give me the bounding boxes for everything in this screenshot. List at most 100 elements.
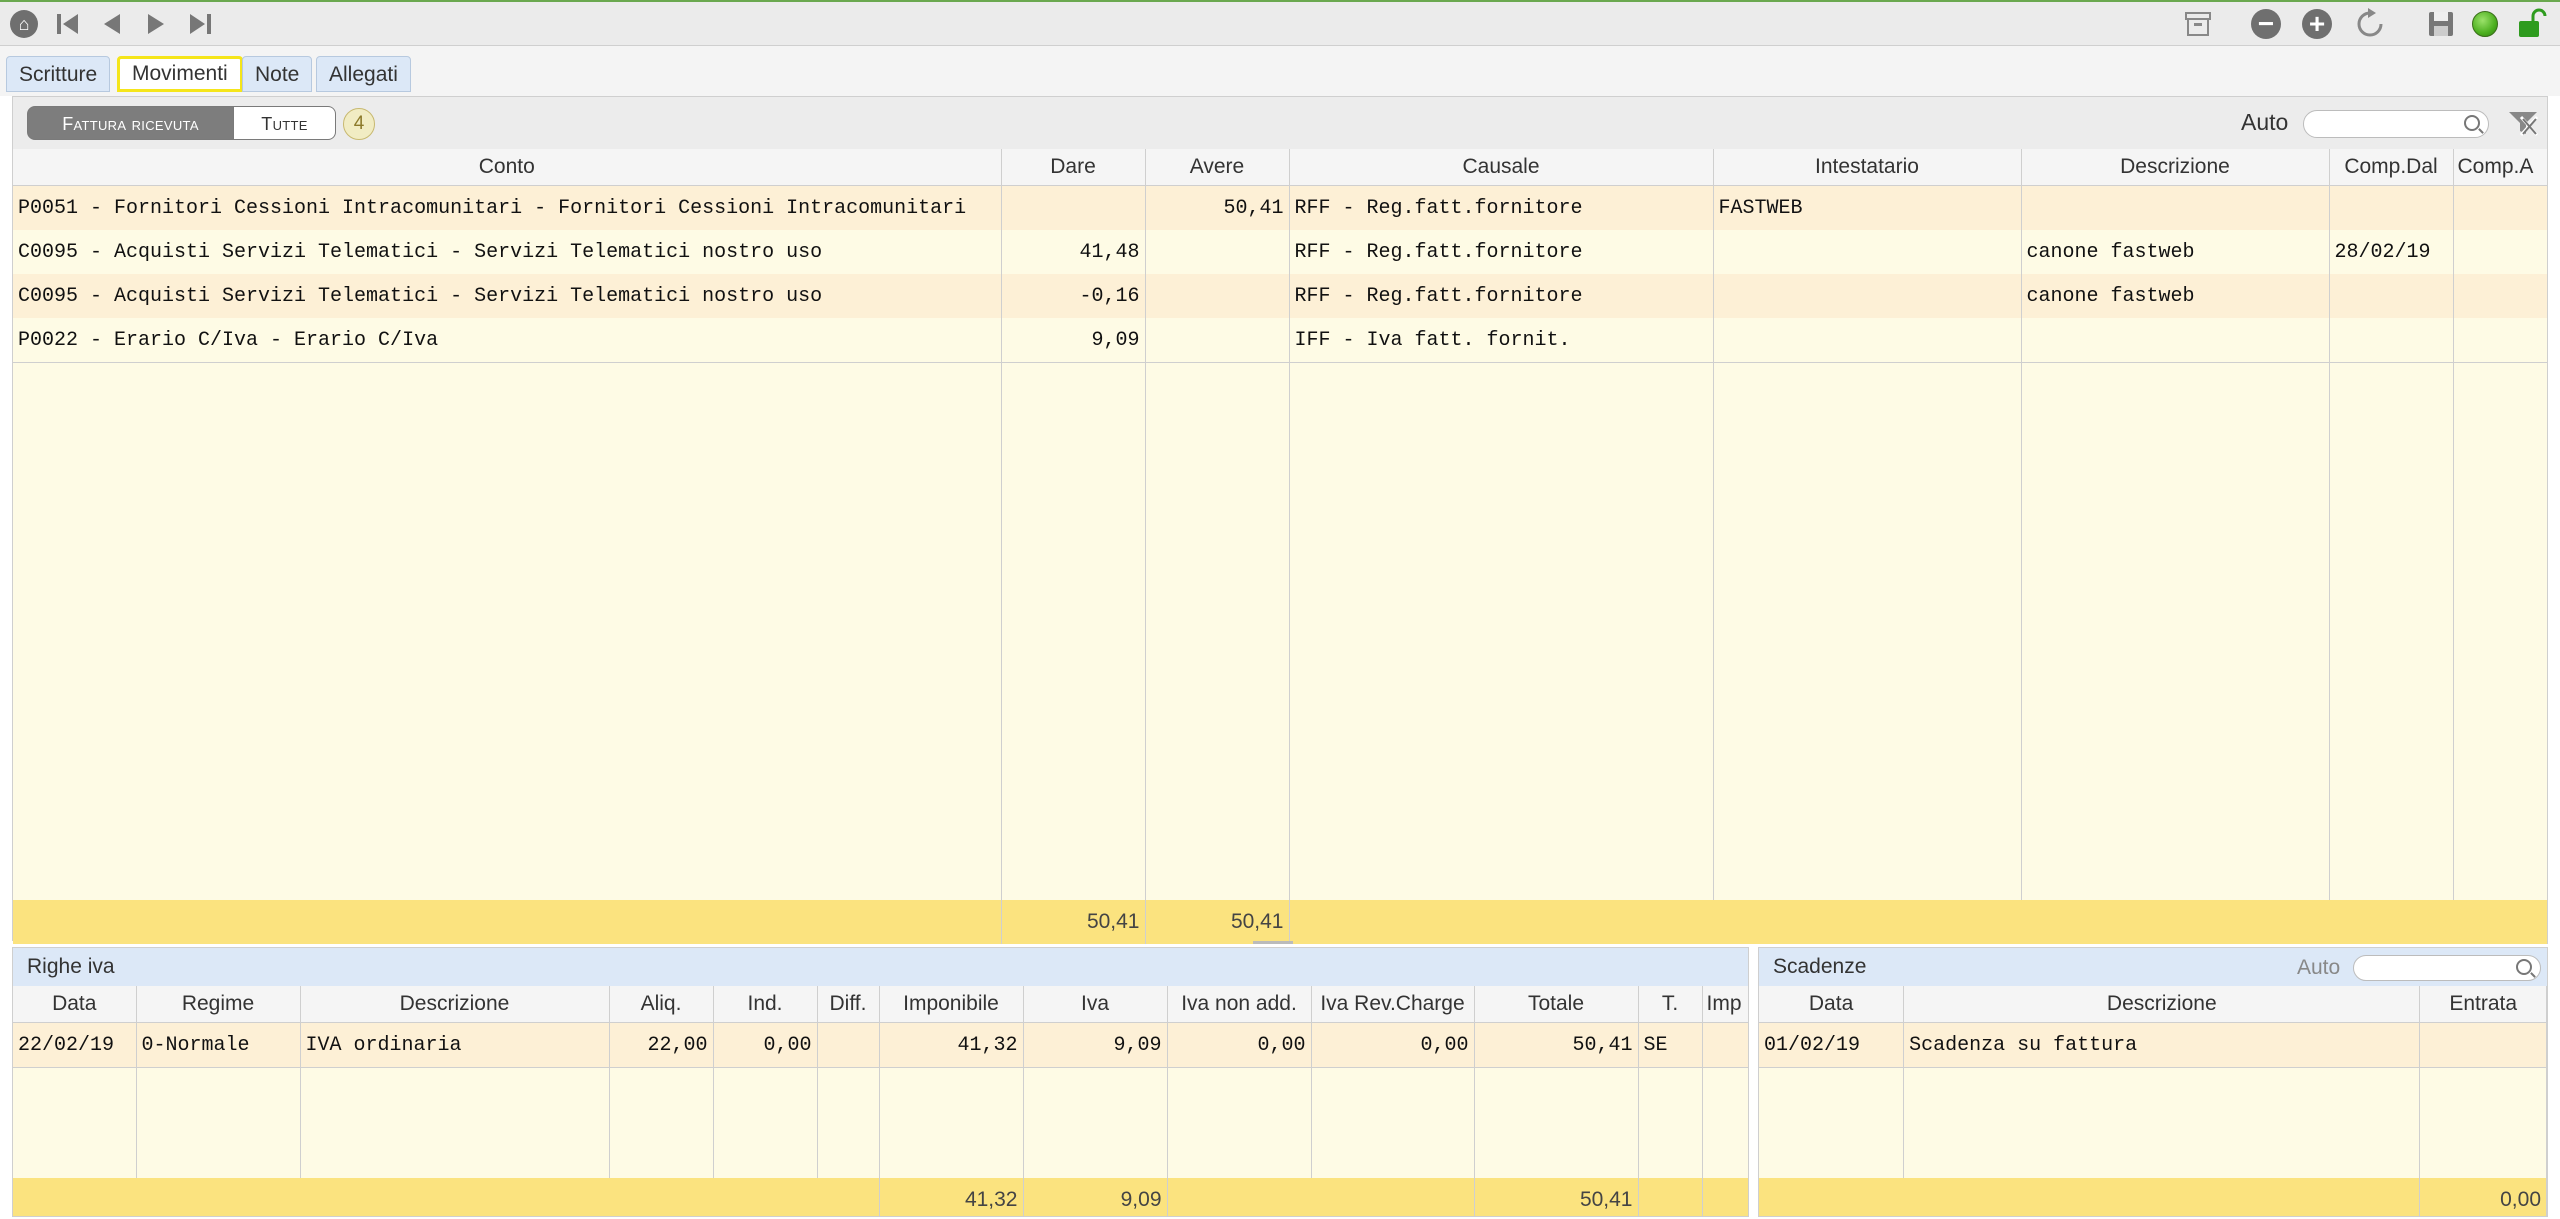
col-descrizione[interactable]: Descrizione xyxy=(1903,986,2421,1023)
first-record-icon[interactable] xyxy=(54,8,82,40)
total-totale: 50,41 xyxy=(1474,1178,1639,1216)
cell-comp-al xyxy=(2453,230,2548,274)
count-badge: 4 xyxy=(343,108,375,140)
cell-intestatario xyxy=(1713,274,2022,318)
col-comp-al[interactable]: Comp.A xyxy=(2453,149,2548,186)
last-record-icon[interactable] xyxy=(186,8,214,40)
cell-descrizione xyxy=(2021,185,2330,230)
cell-dare xyxy=(1001,185,1146,230)
col-imp[interactable]: Imp xyxy=(1702,986,1748,1023)
col-imponibile[interactable]: Imponibile xyxy=(879,986,1024,1023)
splitter-handle[interactable] xyxy=(1253,941,1293,944)
cell-iva-non-add: 0,00 xyxy=(1167,1022,1312,1068)
filter-tutte-button[interactable]: Tutte xyxy=(234,106,336,140)
table-header: Data Regime Descrizione Aliq. Ind. Diff.… xyxy=(13,986,1748,1023)
tab-movimenti[interactable]: Movimenti xyxy=(117,56,243,92)
cell-comp-dal xyxy=(2329,274,2454,318)
cell-descrizione: canone fastweb xyxy=(2021,230,2330,274)
col-descrizione[interactable]: Descrizione xyxy=(300,986,610,1023)
cell-diff xyxy=(817,1022,880,1068)
previous-record-icon[interactable] xyxy=(98,8,126,40)
cell-t: SE xyxy=(1638,1022,1703,1068)
col-data[interactable]: Data xyxy=(13,986,137,1023)
col-data[interactable]: Data xyxy=(1759,986,1905,1023)
col-dare[interactable]: Dare xyxy=(1001,149,1146,186)
table-row[interactable]: P0051 - Fornitori Cessioni Intracomunita… xyxy=(13,185,2548,230)
cell-causale: RFF - Reg.fatt.fornitore xyxy=(1289,274,1714,318)
col-iva-non-add[interactable]: Iva non add. xyxy=(1167,986,1312,1023)
cell-iva-rev-charge: 0,00 xyxy=(1311,1022,1475,1068)
scadenze-panel: Scadenze Auto Data Descrizione Entrata 0… xyxy=(1758,947,2548,1217)
cell-conto: P0022 - Erario C/Iva - Erario C/Iva xyxy=(13,318,1002,363)
add-icon[interactable]: + xyxy=(2302,8,2332,40)
totals-row: 41,32 9,09 50,41 xyxy=(13,1178,1748,1216)
cell-regime: 0-Normale xyxy=(136,1022,301,1068)
total-entrata: 0,00 xyxy=(2419,1178,2547,1216)
movimenti-panel: Fattura ricevuta Tutte 4 Auto Conto Dare… xyxy=(12,96,2548,944)
col-entrata[interactable]: Entrata xyxy=(2419,986,2547,1023)
col-causale[interactable]: Causale xyxy=(1289,149,1714,186)
cell-ind: 0,00 xyxy=(713,1022,818,1068)
cell-totale: 50,41 xyxy=(1474,1022,1639,1068)
unlock-icon[interactable] xyxy=(2516,8,2548,40)
home-icon[interactable]: ⌂ xyxy=(10,8,38,40)
col-ind[interactable]: Ind. xyxy=(713,986,818,1023)
total-avere: 50,41 xyxy=(1145,900,1290,944)
movimenti-search-input[interactable] xyxy=(2303,110,2489,138)
cell-intestatario xyxy=(1713,318,2022,363)
col-descrizione[interactable]: Descrizione xyxy=(2021,149,2330,186)
tab-scritture[interactable]: Scritture xyxy=(6,56,111,92)
col-avere[interactable]: Avere xyxy=(1145,149,1290,186)
cell-avere xyxy=(1145,274,1290,318)
table-row[interactable]: C0095 - Acquisti Servizi Telematici - Se… xyxy=(13,274,2548,318)
filter-fattura-ricevuta-button[interactable]: Fattura ricevuta xyxy=(27,106,234,140)
refresh-icon[interactable] xyxy=(2354,8,2386,40)
cell-dare: -0,16 xyxy=(1001,274,1146,318)
col-diff[interactable]: Diff. xyxy=(817,986,880,1023)
col-intestatario[interactable]: Intestatario xyxy=(1713,149,2022,186)
table-row[interactable]: 01/02/19 Scadenza su fattura xyxy=(1759,1022,2547,1068)
total-imponibile: 41,32 xyxy=(879,1178,1024,1216)
archive-icon[interactable] xyxy=(2183,8,2213,40)
col-iva-rev-charge[interactable]: Iva Rev.Charge xyxy=(1311,986,1475,1023)
save-icon[interactable] xyxy=(2426,8,2456,40)
table-row[interactable]: P0022 - Erario C/Iva - Erario C/Iva 9,09… xyxy=(13,318,2548,363)
movimenti-table: Conto Dare Avere Causale Intestatario De… xyxy=(13,149,2548,944)
search-icon xyxy=(2464,115,2480,131)
col-conto[interactable]: Conto xyxy=(13,149,1002,186)
filter-bar: Fattura ricevuta Tutte 4 Auto xyxy=(13,97,2547,150)
cell-descrizione: IVA ordinaria xyxy=(300,1022,610,1068)
scadenze-auto-label: Auto xyxy=(2297,956,2341,979)
table-header: Conto Dare Avere Causale Intestatario De… xyxy=(13,149,2548,186)
col-t[interactable]: T. xyxy=(1638,986,1703,1023)
tab-note[interactable]: Note xyxy=(242,56,313,92)
col-comp-dal[interactable]: Comp.Dal xyxy=(2329,149,2454,186)
cell-conto: C0095 - Acquisti Servizi Telematici - Se… xyxy=(13,274,1002,318)
scadenze-search-input[interactable] xyxy=(2353,955,2541,981)
col-totale[interactable]: Totale xyxy=(1474,986,1639,1023)
col-aliq[interactable]: Aliq. xyxy=(609,986,714,1023)
cell-dare: 9,09 xyxy=(1001,318,1146,363)
remove-icon[interactable]: − xyxy=(2251,8,2281,40)
cell-comp-al xyxy=(2453,318,2548,363)
cell-imponibile: 41,32 xyxy=(879,1022,1024,1068)
scadenze-table: Data Descrizione Entrata 01/02/19 Scaden… xyxy=(1759,986,2547,1216)
tab-bar: Scritture Movimenti Note Allegati xyxy=(0,46,2560,96)
table-row[interactable]: 22/02/19 0-Normale IVA ordinaria 22,00 0… xyxy=(13,1022,1748,1068)
cell-data: 22/02/19 xyxy=(13,1022,137,1068)
tab-allegati[interactable]: Allegati xyxy=(316,56,411,92)
next-record-icon[interactable] xyxy=(142,8,170,40)
cell-comp-al xyxy=(2453,185,2548,230)
clear-filter-icon[interactable] xyxy=(2507,109,2539,137)
status-led-icon xyxy=(2472,8,2498,40)
col-regime[interactable]: Regime xyxy=(136,986,301,1023)
totals-row: 50,41 50,41 xyxy=(13,900,2548,944)
table-header: Data Descrizione Entrata xyxy=(1759,986,2547,1023)
totals-row: 0,00 xyxy=(1759,1178,2547,1216)
cell-entrata xyxy=(2419,1022,2547,1068)
cell-avere xyxy=(1145,318,1290,363)
table-row[interactable]: C0095 - Acquisti Servizi Telematici - Se… xyxy=(13,230,2548,274)
col-iva[interactable]: Iva xyxy=(1023,986,1168,1023)
empty-area xyxy=(1759,1067,2547,1178)
cell-data: 01/02/19 xyxy=(1759,1022,1905,1068)
